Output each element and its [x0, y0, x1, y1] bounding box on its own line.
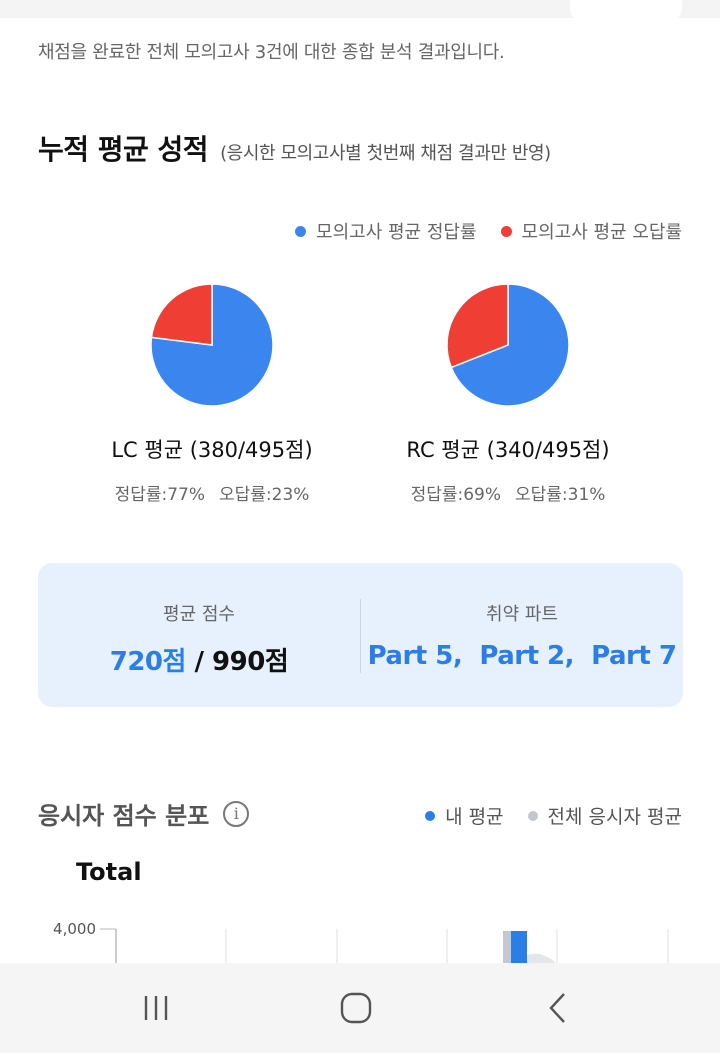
legend-overall-average: 전체 응시자 평균	[527, 802, 682, 829]
distribution-heading: 응시자 점수 분포 i	[38, 796, 250, 831]
legend-my-average-label: 내 평균	[445, 806, 504, 828]
y-tick-label: 4,000	[53, 920, 96, 938]
lc-pie-chart	[150, 283, 274, 407]
rc-wrong-rate: 오답률:31%	[515, 485, 606, 505]
home-button[interactable]	[296, 963, 416, 1053]
weak-parts-label: 취약 파트	[486, 604, 558, 625]
legend-wrong-label: 모의고사 평균 오답률	[521, 222, 682, 243]
summary-card: 평균 점수 720점 / 990점 취약 파트 Part 5, Part 2, …	[38, 563, 683, 707]
top-card-edge	[570, 0, 682, 22]
lc-average-label: LC 평균 (380/495점)	[111, 438, 313, 462]
back-button[interactable]	[498, 963, 618, 1053]
pie-slice-wrong	[150, 283, 213, 346]
info-icon[interactable]: i	[223, 800, 250, 827]
section-subtitle: (응시한 모의고사별 첫번째 채점 결과만 반영)	[220, 143, 551, 164]
rc-average-label: RC 평균 (340/495점)	[406, 438, 610, 462]
lc-correct-rate: 정답률:77%	[114, 485, 205, 505]
intro-text: 채점을 완료한 전체 모의고사 3건에 대한 종합 분석 결과입니다.	[38, 42, 505, 63]
legend-correct: 모의고사 평균 정답률	[295, 218, 477, 244]
distribution-title: 응시자 점수 분포	[38, 802, 210, 830]
legend-correct-dot	[295, 225, 307, 237]
weak-parts-box: 취약 파트 Part 5, Part 2, Part 7	[361, 563, 683, 707]
max-score: 990점	[212, 647, 289, 677]
back-icon	[549, 993, 565, 1023]
recent-apps-button[interactable]	[96, 963, 216, 1053]
rc-stats: 정답률:69% 오답률:31%	[358, 480, 658, 505]
score-distribution-chart: 4,000	[53, 920, 669, 970]
rc-pie-chart	[446, 283, 570, 407]
lc-stats: 정답률:77% 오답률:23%	[62, 480, 362, 505]
distribution-legend: 내 평균 전체 응시자 평균	[425, 802, 682, 829]
legend-correct-label: 모의고사 평균 정답률	[316, 222, 477, 243]
average-score-value: 720점 / 990점	[38, 641, 360, 678]
chart-title: Total	[76, 858, 142, 886]
rc-correct-rate: 정답률:69%	[410, 485, 501, 505]
recent-apps-icon	[144, 996, 168, 1020]
android-navigation-bar	[0, 963, 720, 1053]
home-icon	[340, 992, 372, 1024]
my-average-score: 720점	[109, 647, 187, 677]
legend-overall-average-dot	[527, 810, 538, 821]
pie-legend: 모의고사 평균 정답률 모의고사 평균 오답률	[295, 218, 682, 244]
average-score-box: 평균 점수 720점 / 990점	[38, 563, 360, 707]
average-score-label: 평균 점수	[163, 604, 235, 625]
score-separator: /	[185, 647, 213, 677]
legend-my-average: 내 평균	[425, 802, 504, 829]
lc-wrong-rate: 오답률:23%	[219, 485, 310, 505]
legend-overall-average-label: 전체 응시자 평균	[547, 806, 682, 828]
legend-wrong: 모의고사 평균 오답률	[500, 218, 682, 244]
legend-wrong-dot	[500, 225, 512, 237]
legend-my-average-dot	[425, 810, 436, 821]
weak-parts-value: Part 5, Part 2, Part 7	[367, 641, 677, 671]
section-heading: 누적 평균 성적 (응시한 모의고사별 첫번째 채점 결과만 반영)	[38, 128, 551, 168]
section-title: 누적 평균 성적	[38, 133, 209, 166]
